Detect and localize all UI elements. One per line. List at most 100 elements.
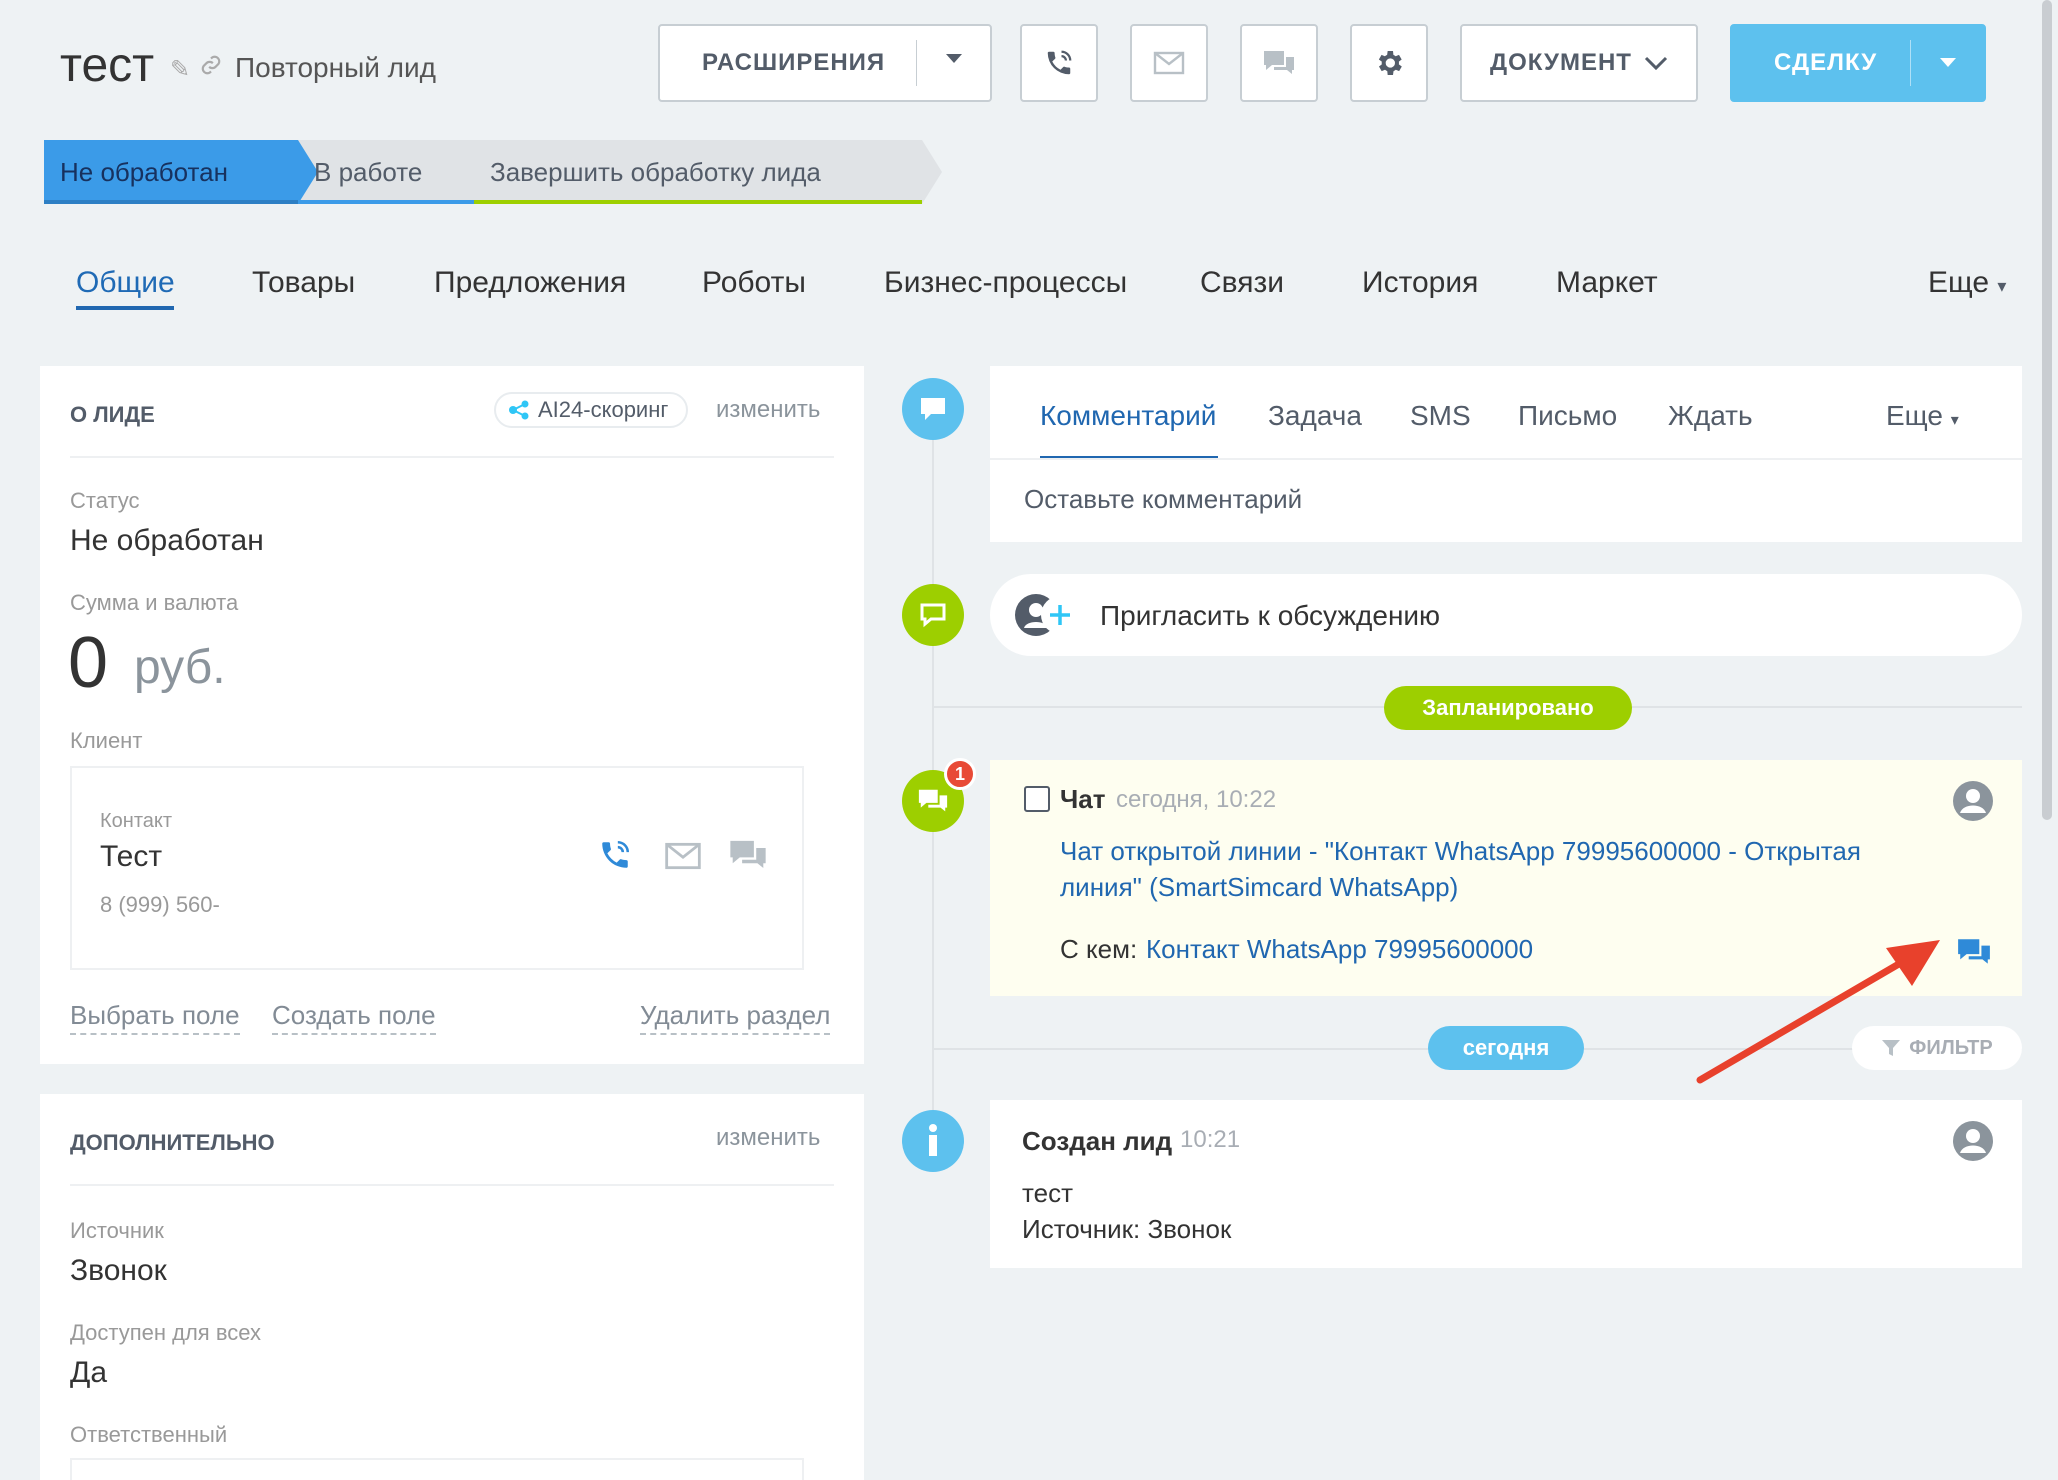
invite-bar[interactable]: Пригласить к обсуждению (990, 574, 2022, 656)
chat-button[interactable] (1240, 24, 1318, 102)
annotation-arrow (1696, 940, 1940, 1084)
divider (1910, 40, 1911, 86)
stage-finish[interactable]: Завершить обработку лида (474, 140, 914, 204)
available-label: Доступен для всех (70, 1320, 262, 1345)
contact-name[interactable]: Тест (100, 840, 162, 874)
invite-label: Пригласить к обсуждению (1100, 600, 1441, 631)
notification-badge: 1 (944, 758, 976, 790)
contact-phone[interactable]: 8 (999) 560- (100, 892, 220, 918)
convert-deal-button[interactable]: СДЕЛКУ (1730, 24, 1986, 102)
sum-label: Сумма и валюта (70, 590, 239, 615)
composer-tab-task[interactable]: Задача (1268, 400, 1362, 432)
chat-link[interactable]: Чат открытой линии - "Контакт WhatsApp 7… (1060, 836, 1861, 867)
composer-card: Комментарий Задача SMS Письмо Ждать Еще … (990, 366, 2022, 542)
chevron-down-icon[interactable] (946, 54, 962, 63)
lead-title: тест (60, 39, 155, 92)
contact-card: Контакт Тест 8 (999) 560- (70, 766, 804, 970)
comment-input[interactable]: Оставьте комментарий (1024, 484, 1302, 515)
mail-icon (1153, 51, 1185, 75)
call-button[interactable] (1020, 24, 1098, 102)
divider (70, 1184, 834, 1186)
composer-tab-comment[interactable]: Комментарий (1040, 400, 1216, 432)
chevron-down-icon (1644, 56, 1668, 70)
lead-created-card: Создан лид 10:21 тест Источник: Звонок (990, 1100, 2022, 1268)
lead-subtitle: Повторный лид (235, 52, 436, 83)
divider (70, 456, 834, 458)
responsible-card (70, 1458, 804, 1480)
tab-business-processes[interactable]: Бизнес-процессы (884, 266, 1127, 300)
edit-link[interactable]: изменить (716, 1124, 820, 1152)
comment-icon (920, 603, 946, 628)
stage-in-progress[interactable]: В работе (298, 140, 458, 204)
comment-dot (902, 378, 964, 440)
edit-title-icon[interactable]: ✎ (170, 55, 190, 84)
card-heading: О ЛИДЕ (70, 402, 155, 427)
choose-field-link[interactable]: Выбрать поле (70, 1000, 240, 1035)
deal-label: СДЕЛКУ (1774, 49, 1878, 76)
responsible-label: Ответственный (70, 1422, 228, 1447)
created-title: Создан лид (1022, 1126, 1173, 1156)
composer-tab-sms[interactable]: SMS (1410, 400, 1471, 432)
scrollbar-thumb[interactable] (2042, 0, 2052, 820)
tab-offers[interactable]: Предложения (434, 266, 626, 300)
tab-products[interactable]: Товары (252, 266, 355, 300)
phone-icon (1047, 50, 1072, 75)
chat-title: Чат (1060, 784, 1106, 814)
chat-icon[interactable] (728, 838, 768, 872)
source-label: Источник (70, 1218, 164, 1243)
document-button[interactable]: ДОКУМЕНТ (1460, 24, 1698, 102)
tab-general[interactable]: Общие (76, 266, 175, 300)
extensions-button[interactable]: РАСШИРЕНИЯ (658, 24, 992, 102)
phone-icon[interactable] (598, 838, 632, 872)
stage-not-processed[interactable]: Не обработан (44, 140, 284, 204)
additional-card: ДОПОЛНИТЕЛЬНО изменить Источник Звонок Д… (40, 1094, 864, 1480)
open-chat-icon[interactable] (1956, 936, 1992, 968)
delete-section-link[interactable]: Удалить раздел (640, 1000, 831, 1035)
chat-icon (918, 789, 948, 812)
ai-scoring-button[interactable]: AI24-скоринг (494, 392, 689, 428)
tab-market[interactable]: Маркет (1556, 266, 1658, 300)
card-heading: ДОПОЛНИТЕЛЬНО (70, 1130, 275, 1155)
divider (990, 458, 2022, 460)
complete-checkbox[interactable] (1024, 786, 1050, 812)
available-value: Да (70, 1356, 108, 1389)
created-text: тест (1022, 1178, 1073, 1208)
tab-history[interactable]: История (1362, 266, 1478, 300)
chevron-down-icon[interactable] (1940, 58, 1956, 67)
timeline-line (932, 410, 934, 1110)
composer-more-label: Еще (1886, 400, 1943, 431)
document-label: ДОКУМЕНТ (1490, 49, 1632, 76)
user-avatar-icon[interactable] (1952, 780, 1994, 822)
created-source: Источник: Звонок (1022, 1214, 1232, 1244)
tab-underline (76, 306, 174, 310)
user-avatar-icon[interactable] (1952, 1120, 1994, 1162)
info-icon (929, 1124, 937, 1156)
chevron-down-icon: ▾ (1950, 412, 1959, 429)
tab-links[interactable]: Связи (1200, 266, 1284, 300)
extensions-label: РАСШИРЕНИЯ (702, 49, 886, 76)
client-label: Клиент (70, 728, 143, 753)
gear-icon (1378, 51, 1402, 75)
tab-robots[interactable]: Роботы (702, 266, 806, 300)
settings-button[interactable] (1350, 24, 1428, 102)
tab-more[interactable]: Еще ▾ (1928, 266, 2006, 300)
composer-tab-more[interactable]: Еще ▾ (1886, 400, 1959, 432)
chat-link-continued[interactable]: линия" (SmartSimcard WhatsApp) (1060, 872, 1458, 903)
composer-tab-wait[interactable]: Ждать (1668, 400, 1753, 432)
source-value: Звонок (70, 1254, 167, 1287)
chevron-down-icon: ▾ (1997, 276, 2007, 296)
mail-icon[interactable] (664, 842, 702, 870)
email-button[interactable] (1130, 24, 1208, 102)
chat-time: сегодня, 10:22 (1116, 786, 1277, 813)
with-contact-link[interactable]: Контакт WhatsApp 79995600000 (1146, 934, 1533, 965)
composer-tab-email[interactable]: Письмо (1518, 400, 1617, 432)
edit-link[interactable]: изменить (716, 396, 820, 424)
currency: руб. (134, 641, 226, 694)
link-icon[interactable] (200, 54, 222, 83)
create-field-link[interactable]: Создать поле (272, 1000, 436, 1035)
created-time: 10:21 (1180, 1126, 1241, 1153)
status-value: Не обработан (70, 524, 264, 557)
tab-more-label: Еще (1928, 266, 1990, 299)
today-badge: сегодня (1428, 1026, 1584, 1070)
chat-icon (1264, 51, 1294, 74)
